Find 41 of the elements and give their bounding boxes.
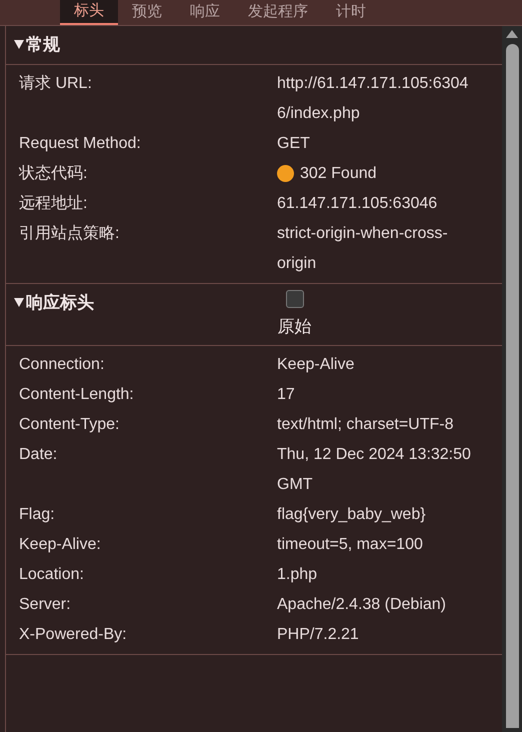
header-name: Content-Length: <box>19 385 135 405</box>
header-value: Keep-Alive <box>277 355 356 375</box>
header-name: 状态代码: <box>19 164 88 184</box>
header-value: http://61.147.171.105:63046/index.php <box>277 74 470 124</box>
tab[interactable]: 标头 <box>60 0 118 25</box>
header-name: Content-Type: <box>19 415 120 435</box>
header-name: Keep-Alive: <box>19 535 102 555</box>
tab[interactable]: 计时 <box>322 0 380 25</box>
tab[interactable]: 预览 <box>118 0 176 25</box>
scrollbar-thumb[interactable] <box>506 44 518 728</box>
scrollbar[interactable] <box>502 26 522 732</box>
header-name: Flag: <box>19 505 56 525</box>
header-name: Date: <box>19 445 58 465</box>
header-name: Connection: <box>19 355 106 375</box>
header-name: Server: <box>19 595 72 615</box>
header-value: flag{very_baby_web} <box>277 505 427 525</box>
section-toggle[interactable]: 响应标头 <box>14 290 272 315</box>
header-value: text/html; charset=UTF-8 <box>277 415 454 435</box>
tab[interactable]: 响应 <box>176 0 234 25</box>
header-name: 请求 URL: <box>19 74 93 94</box>
header-value: strict-origin-when-cross-origin <box>277 224 449 274</box>
header-value: Apache/2.4.38 (Debian) <box>277 595 447 615</box>
triangle-icon <box>14 40 24 50</box>
header-name: 远程地址: <box>19 194 88 214</box>
header-value: GET <box>277 134 311 154</box>
header-value: 61.147.171.105:63046 <box>277 194 438 214</box>
checkbox-label: 原始 <box>278 316 312 338</box>
header-name: X-Powered-By: <box>19 625 128 645</box>
scroll-up-icon <box>506 30 518 38</box>
section-toggle[interactable]: 常规 <box>14 32 272 58</box>
tab[interactable]: 发起程序 <box>234 0 322 25</box>
header-value: 17 <box>277 385 296 405</box>
header-value: 302 Found <box>277 158 477 188</box>
header-value: 1.php <box>277 565 318 585</box>
header-name: Location: <box>19 565 85 585</box>
triangle-icon <box>14 298 24 307</box>
header-value: PHP/7.2.21 <box>277 625 360 645</box>
checkbox[interactable] <box>286 290 304 308</box>
header-name: 引用站点策略: <box>19 224 120 244</box>
header-name: Request Method: <box>19 134 142 154</box>
header-value: timeout=5, max=100 <box>277 535 424 555</box>
